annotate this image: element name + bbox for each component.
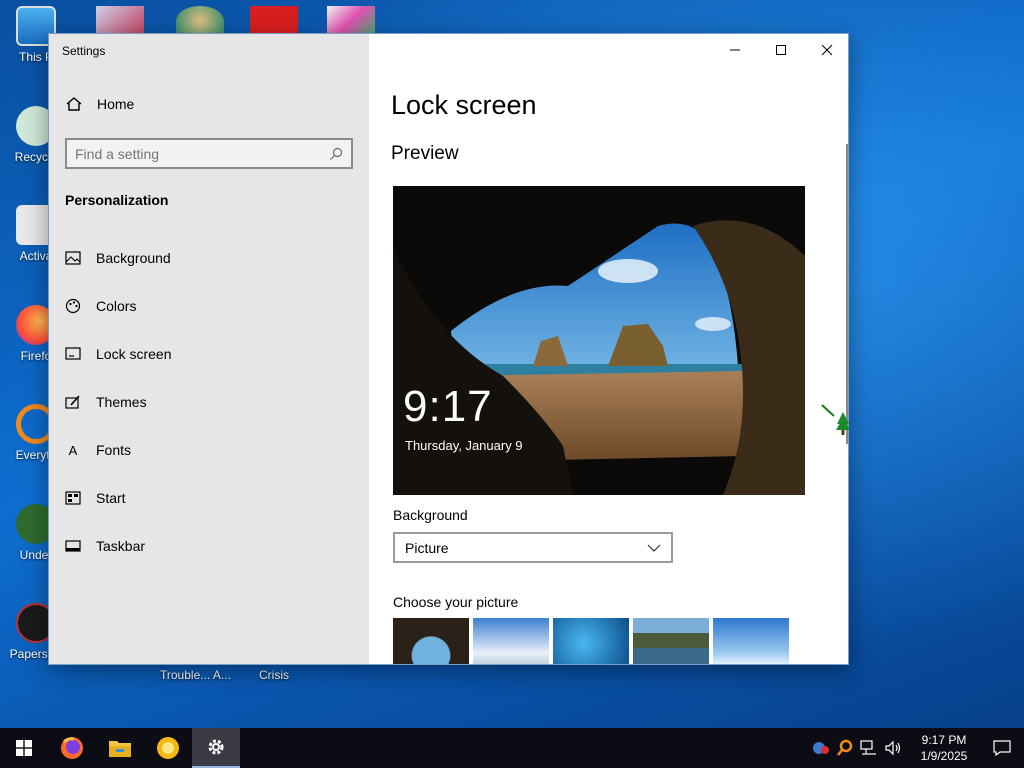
desktop-label-crisis[interactable]: Crisis [259, 668, 289, 682]
settings-content: Lock screen Preview 9:17 Thursday, Janua… [369, 34, 848, 664]
sidebar-item-lock-screen[interactable]: Lock screen [49, 330, 369, 378]
notification-icon [993, 740, 1011, 756]
content-scrollbar[interactable] [846, 144, 848, 444]
home-label: Home [97, 96, 135, 112]
thumbnail-clouds-sky[interactable] [473, 618, 549, 664]
taskbar-file-explorer[interactable] [96, 728, 144, 768]
personalization-nav: Background Colors Lock screen Themes A F… [49, 234, 369, 570]
taskbar: 9:17 PM 1/9/2025 [0, 728, 1024, 768]
settings-window: Settings Home Personalization Background [48, 33, 849, 665]
page-title: Lock screen [391, 90, 537, 120]
maximize-icon [776, 45, 786, 55]
desktop-label-trouble[interactable]: Trouble... A... [160, 668, 231, 682]
close-button[interactable] [804, 34, 848, 66]
minimize-button[interactable] [712, 34, 758, 66]
thumbnail-ice-water[interactable] [553, 618, 629, 664]
clock-date: 1/9/2025 [920, 749, 968, 763]
background-label: Background [393, 507, 468, 523]
search-icon[interactable] [329, 147, 343, 161]
palette-icon [65, 298, 81, 314]
file-explorer-icon [109, 741, 131, 757]
yellow-circle-app-icon [157, 737, 179, 759]
search-input[interactable] [75, 145, 329, 162]
sidebar-item-colors[interactable]: Colors [49, 282, 369, 330]
desktop-icon-top-4[interactable] [327, 6, 375, 36]
thumbnail-cave-beach[interactable] [393, 618, 469, 664]
thumbnail-mountain-lake[interactable] [633, 618, 709, 664]
sidebar-item-start[interactable]: Start [49, 474, 369, 522]
picture-thumbnails [393, 618, 793, 664]
lock-screen-icon [65, 346, 81, 362]
network-icon[interactable] [860, 740, 878, 756]
desktop-icon-top-1[interactable] [96, 6, 144, 36]
minimize-icon [730, 49, 740, 51]
start-button[interactable] [0, 728, 48, 768]
notification-area-app-icon[interactable] [812, 739, 830, 757]
system-tray: 9:17 PM 1/9/2025 [812, 728, 1024, 768]
choose-picture-label: Choose your picture [393, 594, 519, 610]
start-menu-icon [65, 490, 81, 506]
firefox-icon [61, 737, 83, 759]
everything-tray-icon[interactable] [836, 739, 854, 757]
home-nav-item[interactable]: Home [65, 96, 134, 112]
lock-screen-preview: 9:17 Thursday, January 9 [393, 186, 805, 495]
taskbar-clock[interactable]: 9:17 PM 1/9/2025 [908, 732, 980, 764]
sidebar-item-background[interactable]: Background [49, 234, 369, 282]
volume-icon[interactable] [884, 740, 902, 756]
desktop-icon-top-2[interactable] [176, 6, 224, 36]
picture-icon [65, 250, 81, 266]
chevron-down-icon [647, 544, 661, 552]
sidebar-item-label: Start [96, 490, 126, 506]
sidebar-item-fonts[interactable]: A Fonts [49, 426, 369, 474]
preview-time: 9:17 [403, 382, 493, 431]
sidebar-item-label: Background [96, 250, 171, 266]
home-icon [66, 97, 82, 111]
window-title: Settings [62, 44, 106, 58]
sidebar-item-label: Colors [96, 298, 137, 314]
preview-heading: Preview [391, 143, 459, 164]
tree-cursor-icon [821, 404, 850, 435]
background-dropdown-value: Picture [405, 539, 449, 556]
settings-sidebar: Settings Home Personalization Background [49, 34, 369, 664]
thumbnail-sky-horizon[interactable] [713, 618, 789, 664]
sidebar-item-label: Taskbar [96, 538, 146, 554]
brush-icon [65, 394, 81, 410]
taskbar-firefox[interactable] [48, 728, 96, 768]
font-icon: A [68, 442, 78, 458]
taskbar-icon [65, 538, 81, 554]
sidebar-item-label: Fonts [96, 442, 132, 458]
sidebar-item-label: Lock screen [96, 346, 172, 362]
taskbar-settings[interactable] [192, 728, 240, 768]
settings-gear-icon [208, 739, 224, 755]
preview-date: Thursday, January 9 [405, 438, 523, 453]
window-controls [712, 34, 848, 66]
sidebar-item-themes[interactable]: Themes [49, 378, 369, 426]
taskbar-yellow-app[interactable] [144, 728, 192, 768]
windows-start-icon [16, 740, 32, 756]
background-dropdown[interactable]: Picture [393, 532, 673, 563]
close-icon [821, 44, 833, 56]
desktop-icon-mcdonalds[interactable] [250, 6, 298, 36]
sidebar-item-taskbar[interactable]: Taskbar [49, 522, 369, 570]
sidebar-item-label: Themes [96, 394, 147, 410]
search-box[interactable] [65, 138, 353, 169]
clock-time: 9:17 PM [921, 733, 967, 747]
action-center-button[interactable] [980, 728, 1024, 768]
section-heading: Personalization [65, 192, 169, 208]
maximize-button[interactable] [758, 34, 804, 66]
